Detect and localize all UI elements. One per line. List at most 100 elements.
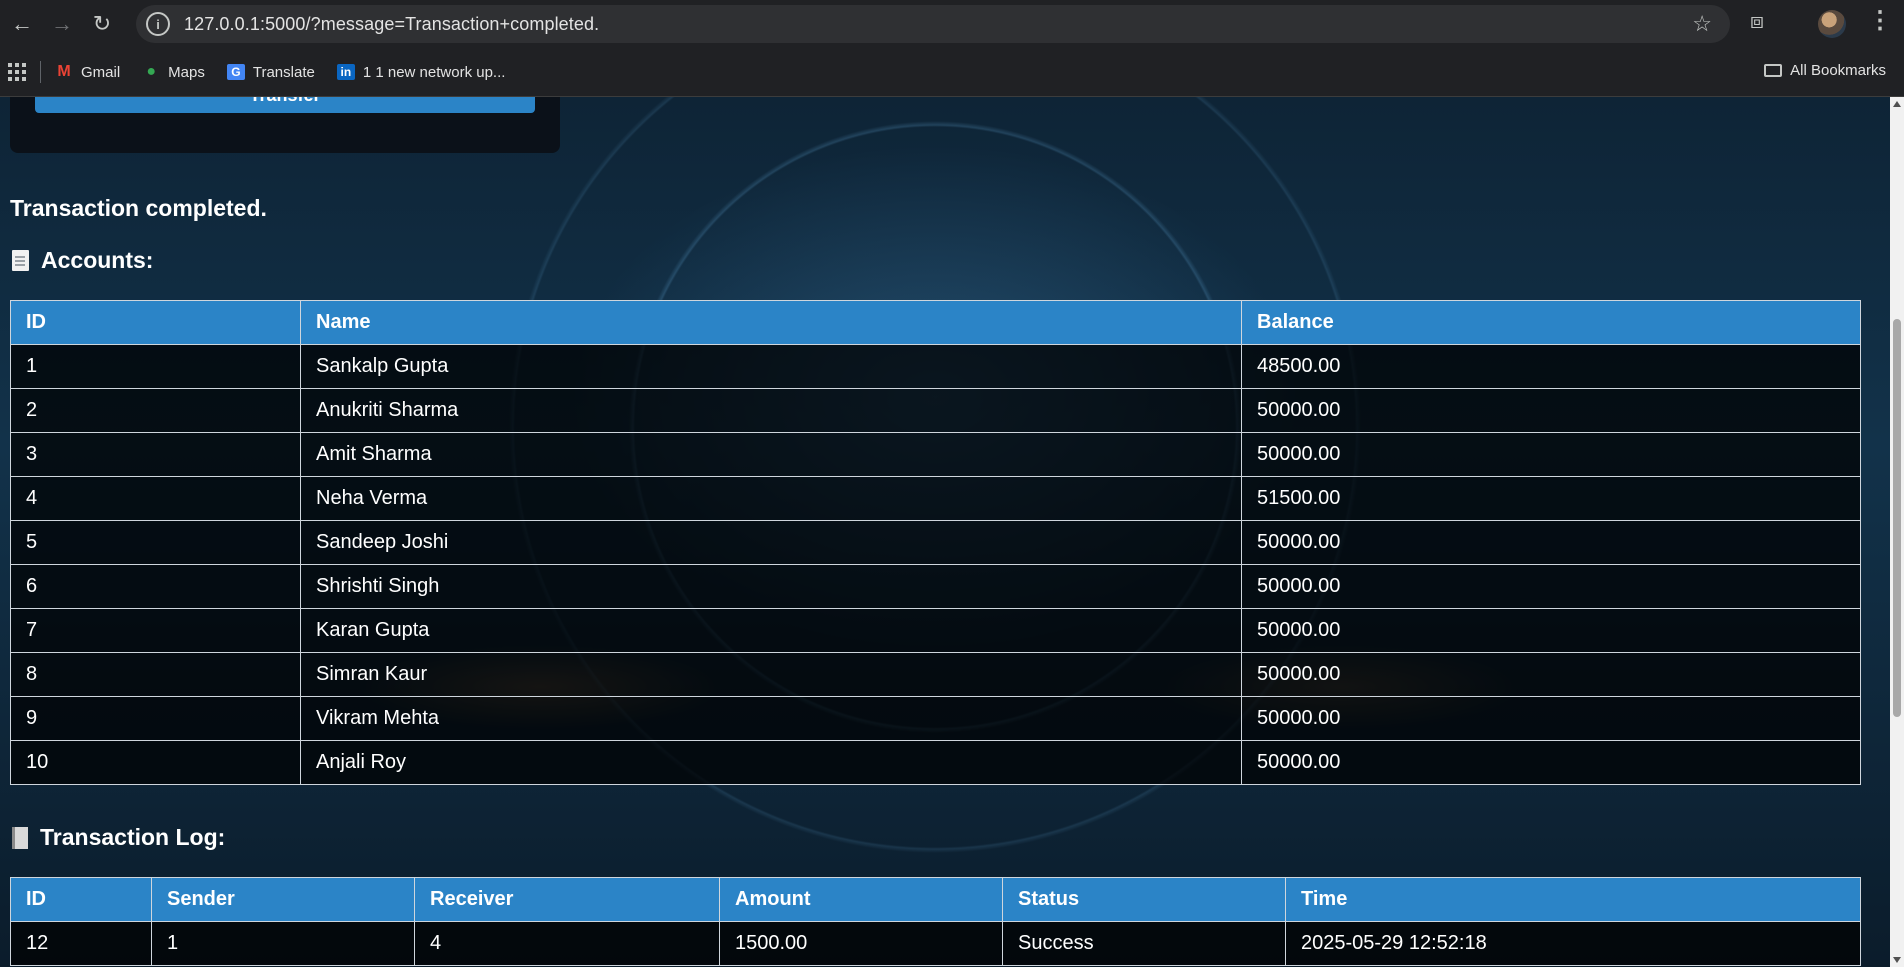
- cell-sender: 1: [151, 921, 415, 966]
- site-info-icon[interactable]: i: [146, 12, 170, 36]
- table-row: 2 Anukriti Sharma 50000.00: [10, 388, 1861, 433]
- table-row: 5 Sandeep Joshi 50000.00: [10, 520, 1861, 565]
- table-row: 7 Karan Gupta 50000.00: [10, 608, 1861, 653]
- all-bookmarks-label: All Bookmarks: [1790, 62, 1886, 79]
- table-row: 8 Simran Kaur 50000.00: [10, 652, 1861, 697]
- page-scrollbar[interactable]: [1890, 97, 1904, 967]
- bookmark-translate[interactable]: G Translate: [226, 63, 315, 81]
- column-header: Time: [1285, 877, 1861, 922]
- cell-name: Vikram Mehta: [300, 696, 1242, 741]
- cell-id: 6: [10, 564, 301, 609]
- cell-id: 7: [10, 608, 301, 653]
- scroll-up-icon[interactable]: [1893, 101, 1901, 107]
- transaction-log-heading-text: Transaction Log:: [40, 824, 226, 850]
- column-header: Status: [1002, 877, 1286, 922]
- address-bar[interactable]: i 127.0.0.1:5000/?message=Transaction+co…: [136, 5, 1730, 43]
- maps-icon: ●: [146, 63, 156, 80]
- back-icon[interactable]: ←: [4, 6, 40, 42]
- bookmark-label: Translate: [252, 63, 315, 81]
- cell-name: Simran Kaur: [300, 652, 1242, 697]
- cell-id: 1: [10, 344, 301, 389]
- cell-name: Sandeep Joshi: [300, 520, 1242, 565]
- table-header-row: ID Sender Receiver Amount Status Time: [10, 877, 1861, 922]
- forward-icon[interactable]: →: [44, 6, 80, 42]
- cell-balance: 50000.00: [1241, 432, 1861, 477]
- reload-icon[interactable]: ↻: [84, 6, 120, 42]
- translate-icon: G: [226, 64, 245, 80]
- table-row: 3 Amit Sharma 50000.00: [10, 432, 1861, 477]
- cell-balance: 50000.00: [1241, 388, 1861, 433]
- url-text[interactable]: 127.0.0.1:5000/?message=Transaction+comp…: [184, 14, 599, 35]
- ledger-icon: [12, 826, 28, 849]
- scrollbar-thumb[interactable]: [1893, 319, 1901, 717]
- bookmarks-divider: [40, 61, 41, 83]
- bookmark-label: Maps: [168, 63, 205, 81]
- cell-balance: 50000.00: [1241, 520, 1861, 565]
- column-header: ID: [10, 300, 301, 345]
- cell-balance: 50000.00: [1241, 608, 1861, 653]
- document-icon: [12, 250, 29, 271]
- accounts-heading-text: Accounts:: [41, 247, 154, 273]
- folder-icon: [1764, 64, 1783, 77]
- table-row: 4 Neha Verma 51500.00: [10, 476, 1861, 521]
- cell-name: Neha Verma: [300, 476, 1242, 521]
- cell-balance: 50000.00: [1241, 652, 1861, 697]
- table-row: 12 1 4 1500.00 Success 2025-05-29 12:52:…: [10, 921, 1861, 966]
- all-bookmarks[interactable]: All Bookmarks: [1764, 62, 1886, 79]
- column-header: Balance: [1241, 300, 1861, 345]
- column-header: Receiver: [414, 877, 720, 922]
- column-header: Sender: [151, 877, 415, 922]
- bookmark-linkedin[interactable]: in 1 1 new network up...: [336, 63, 506, 81]
- cell-id: 3: [10, 432, 301, 477]
- cell-name: Sankalp Gupta: [300, 344, 1242, 389]
- page-content: Transfer Transaction completed. Accounts…: [0, 97, 1890, 967]
- profile-avatar[interactable]: [1818, 10, 1846, 38]
- bookmark-label: Gmail: [81, 63, 121, 81]
- cell-receiver: 4: [414, 921, 720, 966]
- cell-time: 2025-05-29 12:52:18: [1285, 921, 1861, 966]
- cell-id: 4: [10, 476, 301, 521]
- bookmark-gmail[interactable]: M Gmail: [55, 63, 121, 81]
- transaction-log-table: ID Sender Receiver Amount Status Time 12…: [10, 877, 1861, 966]
- menu-kebab-icon[interactable]: ⋮: [1868, 6, 1892, 35]
- cell-id: 10: [10, 740, 301, 785]
- linkedin-icon: in: [336, 64, 355, 80]
- apps-grid-icon[interactable]: [8, 63, 26, 81]
- bookmark-maps[interactable]: ● Maps: [142, 63, 205, 81]
- table-row: 10 Anjali Roy 50000.00: [10, 740, 1861, 785]
- transaction-log-heading: Transaction Log:: [12, 824, 225, 851]
- cell-name: Amit Sharma: [300, 432, 1242, 477]
- transfer-form-card: Transfer: [10, 97, 560, 153]
- browser-toolbar: ← → ↻ i 127.0.0.1:5000/?message=Transact…: [0, 0, 1904, 48]
- status-message: Transaction completed.: [10, 195, 267, 221]
- cell-balance: 50000.00: [1241, 740, 1861, 785]
- scroll-down-icon[interactable]: [1893, 957, 1901, 963]
- cell-name: Anukriti Sharma: [300, 388, 1242, 433]
- table-row: 6 Shrishti Singh 50000.00: [10, 564, 1861, 609]
- cell-id: 12: [10, 921, 152, 966]
- table-header-row: ID Name Balance: [10, 300, 1861, 345]
- cell-balance: 50000.00: [1241, 696, 1861, 741]
- table-row: 1 Sankalp Gupta 48500.00: [10, 344, 1861, 389]
- gmail-icon: M: [57, 63, 71, 80]
- bookmarks-bar: M Gmail ● Maps G Translate in 1 1 new ne…: [0, 48, 1904, 97]
- cell-balance: 51500.00: [1241, 476, 1861, 521]
- bookmark-star-icon[interactable]: ☆: [1692, 11, 1712, 37]
- transfer-button[interactable]: Transfer: [35, 97, 535, 113]
- extensions-icon[interactable]: ⧈: [1750, 8, 1764, 34]
- table-row: 9 Vikram Mehta 50000.00: [10, 696, 1861, 741]
- cell-id: 2: [10, 388, 301, 433]
- column-header: Amount: [719, 877, 1003, 922]
- accounts-heading: Accounts:: [12, 247, 153, 274]
- cell-id: 8: [10, 652, 301, 697]
- cell-balance: 50000.00: [1241, 564, 1861, 609]
- cell-balance: 48500.00: [1241, 344, 1861, 389]
- column-header: ID: [10, 877, 152, 922]
- accounts-table: ID Name Balance 1 Sankalp Gupta 48500.00 2…: [10, 300, 1861, 785]
- bookmark-label: 1 1 new network up...: [362, 63, 506, 81]
- cell-status: Success: [1002, 921, 1286, 966]
- column-header: Name: [300, 300, 1242, 345]
- cell-id: 9: [10, 696, 301, 741]
- cell-amount: 1500.00: [719, 921, 1003, 966]
- cell-name: Anjali Roy: [300, 740, 1242, 785]
